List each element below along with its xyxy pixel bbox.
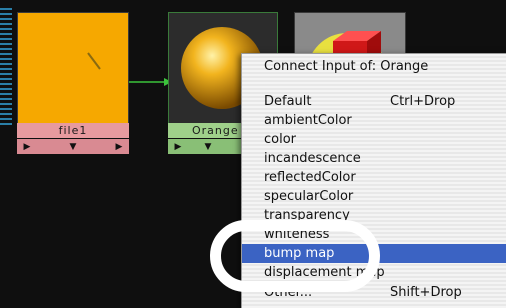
menu-item-shortcut: Ctrl+Drop bbox=[390, 94, 456, 109]
menu-item-incandescence[interactable]: incandescence bbox=[242, 149, 506, 168]
graph-edge-connectors bbox=[0, 8, 12, 128]
menu-item-specularcolor[interactable]: specularColor bbox=[242, 187, 506, 206]
texture-mark-icon bbox=[87, 52, 101, 70]
menu-item-default[interactable]: Default Ctrl+Drop bbox=[242, 92, 506, 111]
orange-port-bar[interactable]: ▶ ▼ bbox=[168, 139, 244, 154]
file1-swatch[interactable] bbox=[17, 12, 129, 124]
connect-input-menu: Connect Input of: Orange Default Ctrl+Dr… bbox=[241, 53, 506, 308]
dropdown-arrow-icon[interactable]: ▼ bbox=[67, 142, 79, 152]
menu-item-bump-map[interactable]: bump map bbox=[242, 244, 506, 263]
connection-line bbox=[128, 78, 172, 86]
file1-port-bar[interactable]: ▶ ▼ ▶ bbox=[17, 139, 129, 154]
menu-item-label: ambientColor bbox=[264, 113, 352, 128]
menu-item-label: specularColor bbox=[264, 189, 354, 204]
menu-title: Connect Input of: Orange bbox=[264, 59, 429, 74]
menu-item-label: Default bbox=[264, 94, 312, 109]
menu-item-label: displacement map bbox=[264, 265, 385, 280]
menu-item-transparency[interactable]: transparency bbox=[242, 206, 506, 225]
menu-item-ambientcolor[interactable]: ambientColor bbox=[242, 111, 506, 130]
menu-item-whiteness[interactable]: whiteness bbox=[242, 225, 506, 244]
menu-item-other[interactable]: Other... Shift+Drop bbox=[242, 283, 506, 302]
orange-label: Orange bbox=[168, 123, 244, 138]
menu-item-shortcut: Shift+Drop bbox=[390, 285, 462, 300]
dropdown-arrow-icon[interactable]: ▼ bbox=[202, 142, 214, 152]
file1-label: file1 bbox=[17, 123, 129, 138]
menu-item-reflectedcolor[interactable]: reflectedColor bbox=[242, 168, 506, 187]
menu-item-label: whiteness bbox=[264, 227, 330, 242]
output-arrow-icon[interactable]: ▶ bbox=[113, 142, 125, 152]
menu-item-label: Other... bbox=[264, 285, 313, 300]
menu-item-label: color bbox=[264, 132, 297, 147]
menu-item-label: incandescence bbox=[264, 151, 361, 166]
output-arrow-icon[interactable]: ▶ bbox=[21, 142, 33, 152]
menu-item-displacement-map[interactable]: displacement map bbox=[242, 263, 506, 282]
menu-item-label: reflectedColor bbox=[264, 170, 356, 185]
output-arrow-icon[interactable]: ▶ bbox=[172, 142, 184, 152]
menu-item-color[interactable]: color bbox=[242, 130, 506, 149]
menu-item-label: bump map bbox=[264, 246, 335, 261]
menu-item-label: transparency bbox=[264, 208, 350, 223]
